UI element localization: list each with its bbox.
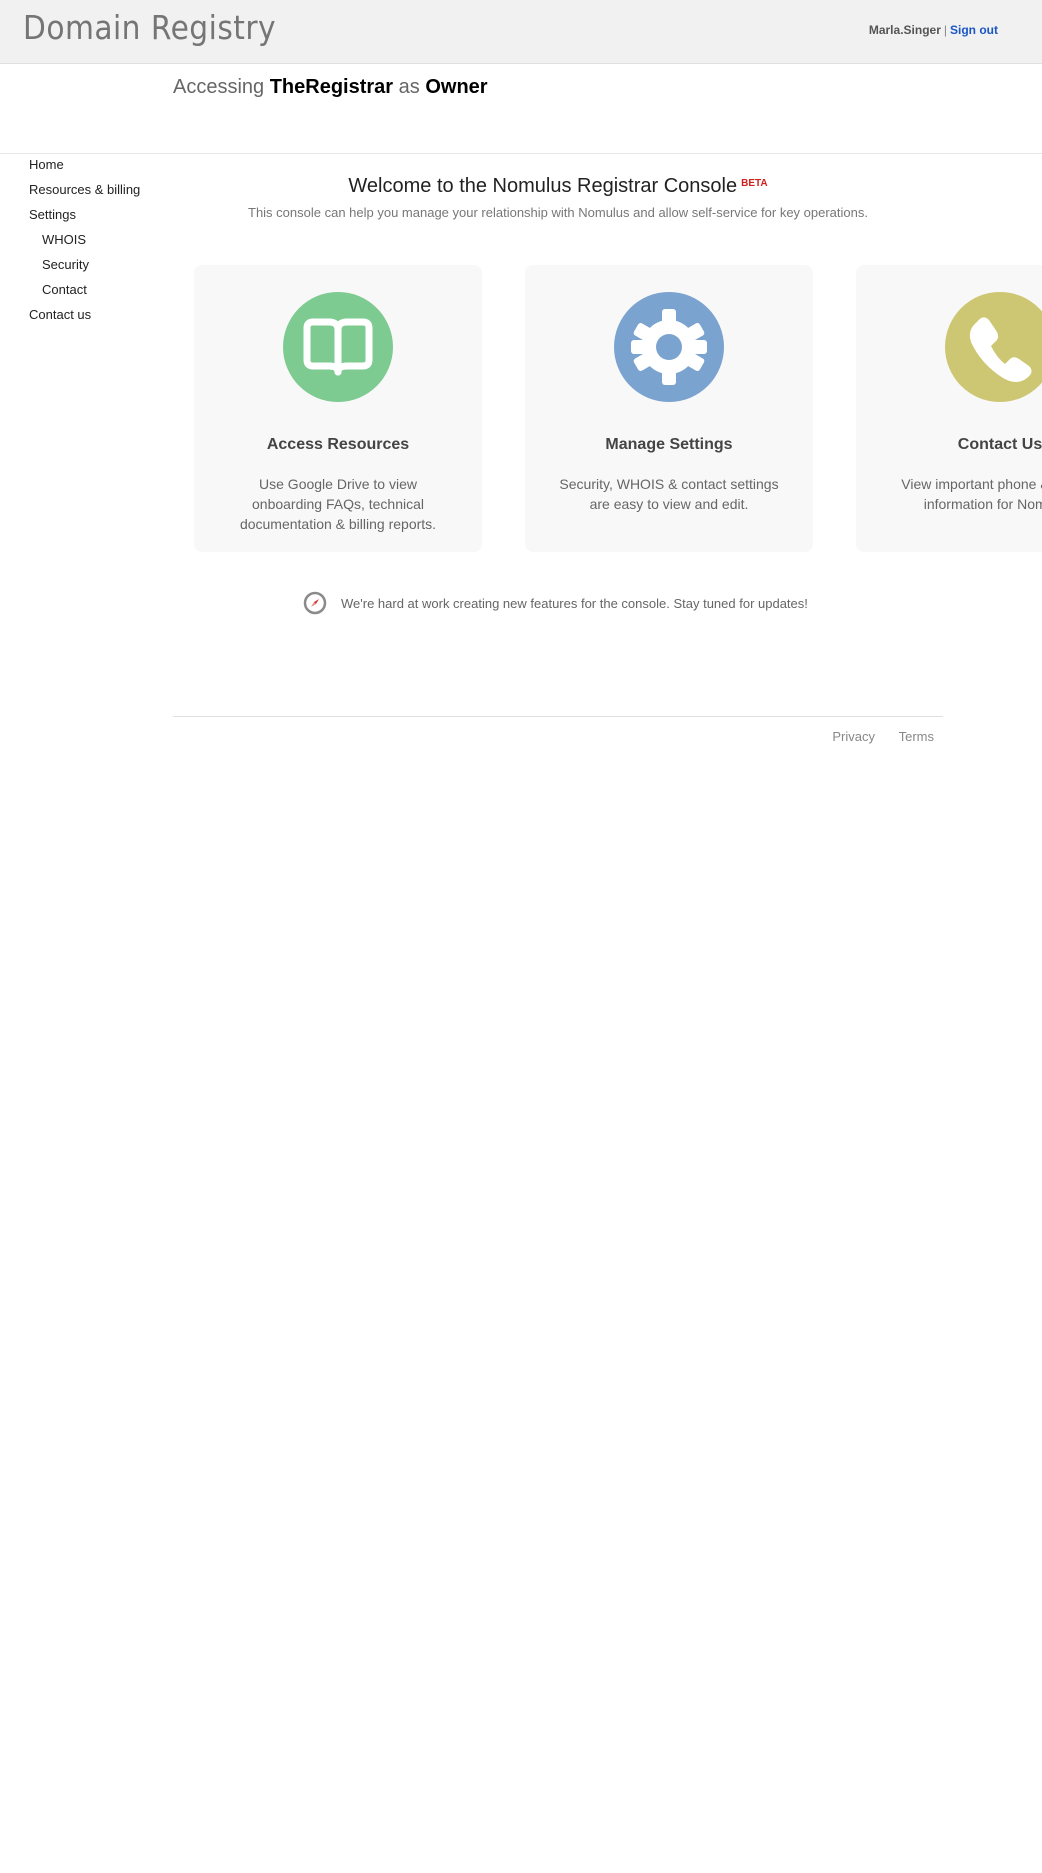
user-separator: |	[943, 23, 947, 37]
card-description: Use Google Drive to view onboarding FAQs…	[239, 476, 437, 532]
main-content: Welcome to the Nomulus Registrar Console…	[173, 175, 943, 220]
compass-icon	[303, 591, 327, 615]
access-line: Accessing TheRegistrar as Owner	[173, 76, 488, 99]
nav-item-contact-us[interactable]: Contact us	[29, 305, 169, 330]
terms-link[interactable]: Terms	[899, 729, 934, 744]
sidebar-nav: Home Resources & billing Settings WHOIS …	[29, 155, 169, 330]
notice-text: We're hard at work creating new features…	[341, 595, 808, 611]
card-title: Manage Settings	[605, 436, 733, 453]
card-title: Access Resources	[266, 436, 410, 453]
username: Marla.Singer	[868, 23, 941, 37]
card-description: Security, WHOIS & contact settings are e…	[559, 476, 779, 512]
updates-notice: We're hard at work creating new features…	[303, 591, 808, 615]
access-role: Owner	[425, 76, 488, 98]
nav-item-settings[interactable]: Settings	[29, 205, 169, 230]
card-contact-us[interactable]: Contact Us View important phone & contac…	[856, 265, 1042, 552]
user-area: Marla.Singer | Sign out	[869, 23, 998, 37]
welcome-subtitle: This console can help you manage your re…	[248, 205, 868, 220]
domain-registry-logo: Domain Registry	[23, 8, 277, 47]
welcome-title: Welcome to the Nomulus Registrar Console…	[173, 175, 943, 205]
top-header: Domain Registry Marla.Singer | Sign out	[0, 0, 1042, 64]
privacy-link[interactable]: Privacy	[832, 729, 875, 744]
card-title: Contact Us	[957, 436, 1042, 453]
nav-item-security[interactable]: Security	[29, 255, 169, 280]
nav-item-whois[interactable]: WHOIS	[29, 230, 169, 255]
card-manage-settings[interactable]: Manage Settings Security, WHOIS & contac…	[525, 265, 813, 552]
card-access-resources[interactable]: Access Resources Use Google Drive to vie…	[194, 265, 482, 552]
book-icon	[283, 292, 393, 402]
beta-badge: BETA	[741, 178, 768, 189]
card-contact-inner: Contact Us View important phone & contac…	[856, 292, 1042, 514]
nav-item-contact[interactable]: Contact	[29, 280, 169, 305]
footer-divider	[173, 716, 943, 717]
nav-item-resources-billing[interactable]: Resources & billing	[29, 180, 169, 205]
header-divider	[0, 153, 1042, 154]
gear-icon	[614, 292, 724, 402]
footer-links: Privacy Terms	[812, 729, 934, 744]
phone-icon	[945, 292, 1042, 402]
access-as: as	[398, 76, 420, 98]
card-description: View important phone & contact informati…	[901, 476, 1042, 512]
registrar-name: TheRegistrar	[269, 76, 394, 98]
sign-out-link[interactable]: Sign out	[950, 23, 998, 37]
welcome-title-text: Welcome to the Nomulus Registrar Console	[348, 175, 738, 197]
nav-item-home[interactable]: Home	[29, 155, 169, 180]
access-prefix: Accessing	[173, 76, 265, 98]
